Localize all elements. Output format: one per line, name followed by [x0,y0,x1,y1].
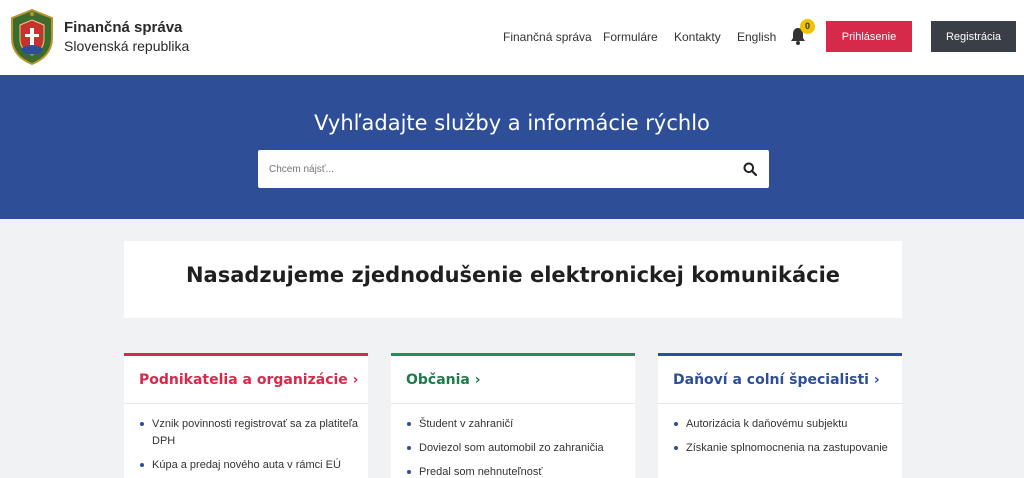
state-crest-icon [11,8,53,66]
login-button[interactable]: Prihlásenie [826,21,912,52]
list-item[interactable]: Študent v zahraničí [407,416,629,433]
list-item[interactable]: Predal som nehnuteľnosť [407,464,629,478]
search-icon[interactable] [743,162,757,176]
nav-link-formulare[interactable]: Formuláre [603,30,658,44]
card-accent-bar [391,353,635,356]
announcement-banner[interactable]: Nasadzujeme zjednodušenie elektronickej … [124,241,902,318]
card-divider [658,403,902,404]
card-divider [124,403,368,404]
notification-badge: 0 [800,19,815,34]
card-obcania: Občania › Študent v zahraničí Doviezol s… [391,353,635,478]
list-item[interactable]: Vznik povinnosti registrovať sa za plati… [140,416,362,450]
logo-text: Finančná správa Slovenská republika [64,18,189,56]
logo-subtitle: Slovenská republika [64,38,190,54]
card-list: Študent v zahraničí Doviezol som automob… [407,416,629,478]
nav-link-financna-sprava[interactable]: Finančná správa [503,30,592,44]
card-list: Vznik povinnosti registrovať sa za plati… [140,416,362,478]
card-accent-bar [124,353,368,356]
list-item[interactable]: Získanie splnomocnenia na zastupovanie [674,440,896,457]
list-item[interactable]: Autorizácia k daňovému subjektu [674,416,896,433]
card-podnikatelia: Podnikatelia a organizácie › Vznik povin… [124,353,368,478]
search-box [258,150,769,188]
card-accent-bar [658,353,902,356]
card-title-obcania[interactable]: Občania › [406,372,481,388]
list-item[interactable]: Kúpa a predaj nového auta v rámci EÚ [140,457,362,474]
card-list: Autorizácia k daňovému subjektu Získanie… [674,416,896,464]
card-title-podnikatelia[interactable]: Podnikatelia a organizácie › [139,372,358,388]
card-title-specialisti[interactable]: Daňoví a colní špecialisti › [673,372,880,388]
search-input[interactable] [258,150,728,188]
card-divider [391,403,635,404]
card-specialisti: Daňoví a colní špecialisti › Autorizácia… [658,353,902,478]
nav-link-kontakty[interactable]: Kontakty [674,30,721,44]
announcement-text: Nasadzujeme zjednodušenie elektronickej … [185,263,841,287]
site-header: Finančná správa Slovenská republika Fina… [0,0,1024,75]
site-logo[interactable]: Finančná správa Slovenská republika [8,6,198,68]
register-button[interactable]: Registrácia [931,21,1016,52]
hero-title: Vyhľadajte služby a informácie rýchlo [314,111,710,135]
list-item[interactable]: Doviezol som automobil zo zahraničia [407,440,629,457]
hero-search-section: Vyhľadajte služby a informácie rýchlo [0,75,1024,219]
nav-link-english[interactable]: English [737,30,776,44]
logo-title: Finančná správa [64,19,183,36]
